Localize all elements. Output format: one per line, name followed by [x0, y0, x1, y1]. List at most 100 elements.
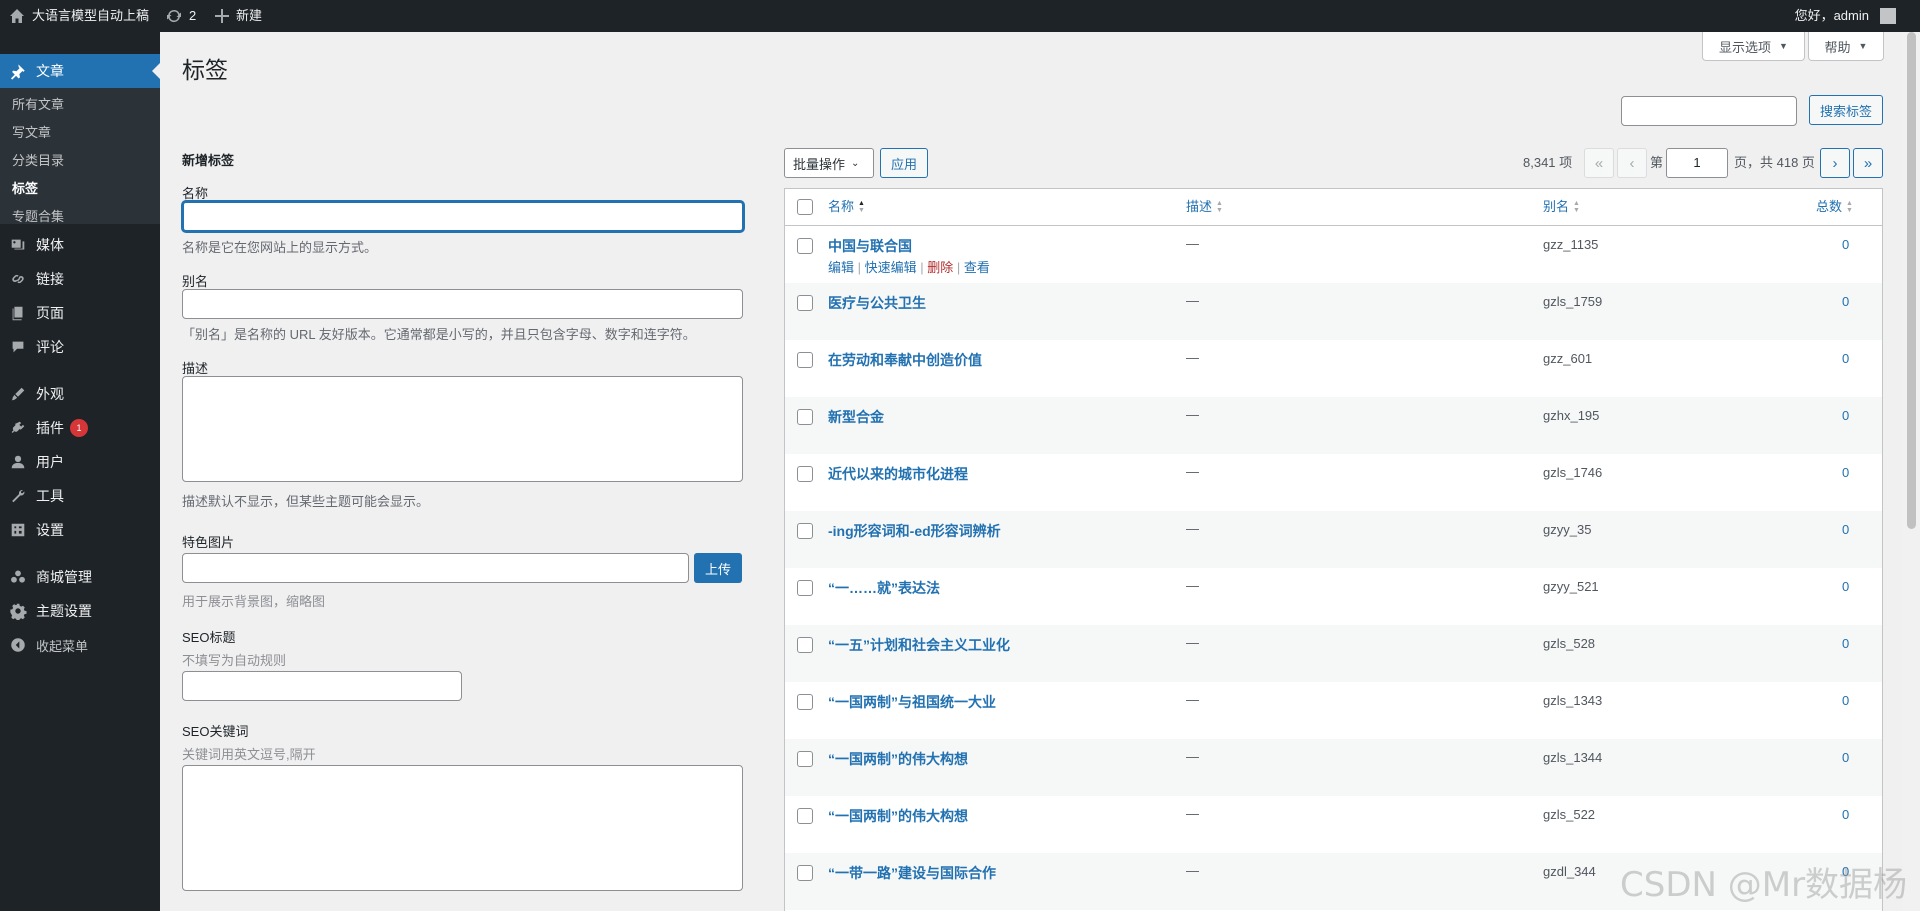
- bulk-actions-select[interactable]: 批量操作 ⌄: [784, 148, 874, 178]
- row-checkbox[interactable]: [797, 808, 813, 824]
- table-header: 名称 ▲ ▼ 描述 ▲ ▼ 别名 ▲ ▼ 总数 ▲ ▼: [785, 189, 1882, 226]
- submenu-all-posts[interactable]: 所有文章: [12, 91, 64, 119]
- row-checkbox[interactable]: [797, 466, 813, 482]
- menu-media[interactable]: 媒体: [0, 228, 160, 262]
- menu-posts[interactable]: 文章: [0, 54, 160, 88]
- row-checkbox[interactable]: [797, 523, 813, 539]
- current-page-input[interactable]: 1: [1666, 148, 1728, 178]
- first-page-button[interactable]: «: [1584, 148, 1614, 178]
- submenu-categories[interactable]: 分类目录: [12, 147, 64, 175]
- tag-name-link[interactable]: -ing形容词和-ed形容词辨析: [828, 521, 1001, 541]
- last-page-button[interactable]: »: [1853, 148, 1883, 178]
- menu-settings[interactable]: 设置: [0, 513, 160, 547]
- tag-count-link[interactable]: 0: [1842, 807, 1849, 822]
- tag-description-textarea[interactable]: [182, 376, 743, 482]
- submenu-tags[interactable]: 标签: [12, 175, 38, 203]
- menu-shop[interactable]: 商城管理: [0, 560, 160, 594]
- chevron-down-icon: ⌄: [851, 157, 860, 169]
- column-name-header[interactable]: 名称 ▲ ▼: [828, 189, 865, 225]
- help-button[interactable]: 帮助 ▼: [1808, 32, 1884, 61]
- tag-description: —: [1186, 407, 1199, 422]
- greeting: 您好，admin: [1794, 8, 1869, 23]
- tag-count-link[interactable]: 0: [1842, 636, 1849, 651]
- menu-links[interactable]: 链接: [0, 262, 160, 296]
- tag-name-link[interactable]: 在劳动和奉献中创造价值: [828, 350, 982, 370]
- quick-edit-link[interactable]: 快速编辑: [865, 260, 917, 275]
- screen-options-button[interactable]: 显示选项 ▼: [1702, 32, 1805, 61]
- row-checkbox[interactable]: [797, 295, 813, 311]
- row-checkbox[interactable]: [797, 637, 813, 653]
- menu-plugins[interactable]: 插件 1: [0, 411, 160, 445]
- next-page-button[interactable]: ›: [1820, 148, 1850, 178]
- menu-comments[interactable]: 评论: [0, 330, 160, 364]
- column-slug-header[interactable]: 别名 ▲ ▼: [1543, 189, 1580, 225]
- tag-count-link[interactable]: 0: [1842, 750, 1849, 765]
- link-icon: [0, 270, 36, 288]
- tag-count-link[interactable]: 0: [1842, 408, 1849, 423]
- page-scrollbar[interactable]: [1903, 32, 1920, 911]
- menu-pages[interactable]: 页面: [0, 296, 160, 330]
- tag-count-link[interactable]: 0: [1842, 522, 1849, 537]
- tag-name-link[interactable]: “一带一路”建设与国际合作: [828, 863, 996, 883]
- new-content-link[interactable]: 新建: [215, 0, 262, 32]
- row-checkbox[interactable]: [797, 409, 813, 425]
- tag-count-link[interactable]: 0: [1842, 465, 1849, 480]
- row-checkbox[interactable]: [797, 751, 813, 767]
- prev-page-button[interactable]: ‹: [1617, 148, 1647, 178]
- select-all-checkbox[interactable]: [797, 199, 813, 215]
- collapse-menu[interactable]: 收起菜单: [0, 628, 160, 662]
- tag-search-input[interactable]: [1621, 96, 1797, 126]
- tag-name-link[interactable]: “一国两制”的伟大构想: [828, 749, 968, 769]
- upload-button[interactable]: 上传: [694, 553, 742, 583]
- tag-count-link[interactable]: 0: [1842, 294, 1849, 309]
- tag-count-link[interactable]: 0: [1842, 351, 1849, 366]
- tag-name-link[interactable]: “一国两制”的伟大构想: [828, 806, 968, 826]
- edit-link[interactable]: 编辑: [828, 260, 854, 275]
- row-checkbox[interactable]: [797, 352, 813, 368]
- submenu-collections[interactable]: 专题合集: [12, 203, 64, 231]
- tag-name-link[interactable]: “一……就”表达法: [828, 578, 940, 598]
- column-count-header[interactable]: 总数 ▲ ▼: [1816, 189, 1853, 225]
- tag-name-link[interactable]: “一国两制”与祖国统一大业: [828, 692, 996, 712]
- scrollbar-thumb[interactable]: [1907, 32, 1916, 529]
- collapse-icon: [0, 636, 36, 654]
- view-link[interactable]: 查看: [964, 260, 990, 275]
- pin-icon: [0, 62, 36, 80]
- tag-slug-input[interactable]: [182, 289, 743, 319]
- submenu-new-post[interactable]: 写文章: [12, 119, 51, 147]
- tag-slug: gzls_1343: [1543, 693, 1603, 708]
- tag-name-link[interactable]: 中国与联合国: [828, 236, 912, 256]
- tag-description: —: [1186, 578, 1199, 593]
- updates-link[interactable]: 2: [166, 0, 196, 32]
- featured-image-description: 用于展示背景图，缩略图: [182, 594, 326, 609]
- seo-title-input[interactable]: [182, 671, 462, 701]
- tag-count-link[interactable]: 0: [1842, 579, 1849, 594]
- menu-users[interactable]: 用户: [0, 445, 160, 479]
- row-checkbox[interactable]: [797, 580, 813, 596]
- tag-name-link[interactable]: 医疗与公共卫生: [828, 293, 926, 313]
- row-checkbox[interactable]: [797, 238, 813, 254]
- apply-button[interactable]: 应用: [880, 148, 928, 178]
- row-checkbox[interactable]: [797, 865, 813, 881]
- row-checkbox[interactable]: [797, 694, 813, 710]
- tag-count-link[interactable]: 0: [1842, 237, 1849, 252]
- seo-keywords-textarea[interactable]: [182, 765, 743, 891]
- site-name-link[interactable]: 大语言模型自动上稿: [9, 0, 149, 32]
- featured-image-input[interactable]: [182, 553, 689, 583]
- tag-name-link[interactable]: 近代以来的城市化进程: [828, 464, 968, 484]
- tag-count-link[interactable]: 0: [1842, 693, 1849, 708]
- menu-theme-settings[interactable]: 主题设置: [0, 594, 160, 628]
- tag-name-input[interactable]: [182, 201, 744, 232]
- menu-appearance[interactable]: 外观: [0, 377, 160, 411]
- tag-description: —: [1186, 863, 1199, 878]
- tools-icon: [0, 487, 36, 505]
- search-tags-button[interactable]: 搜索标签: [1809, 95, 1883, 125]
- my-account[interactable]: 您好，admin: [1795, 0, 1896, 32]
- appearance-icon: [0, 385, 36, 403]
- column-description-header[interactable]: 描述 ▲ ▼: [1186, 189, 1223, 225]
- tag-name-link[interactable]: 新型合金: [828, 407, 884, 427]
- plugin-icon: [0, 419, 36, 437]
- menu-tools[interactable]: 工具: [0, 479, 160, 513]
- tag-name-link[interactable]: “一五”计划和社会主义工业化: [828, 635, 1010, 655]
- delete-link[interactable]: 删除: [927, 260, 953, 275]
